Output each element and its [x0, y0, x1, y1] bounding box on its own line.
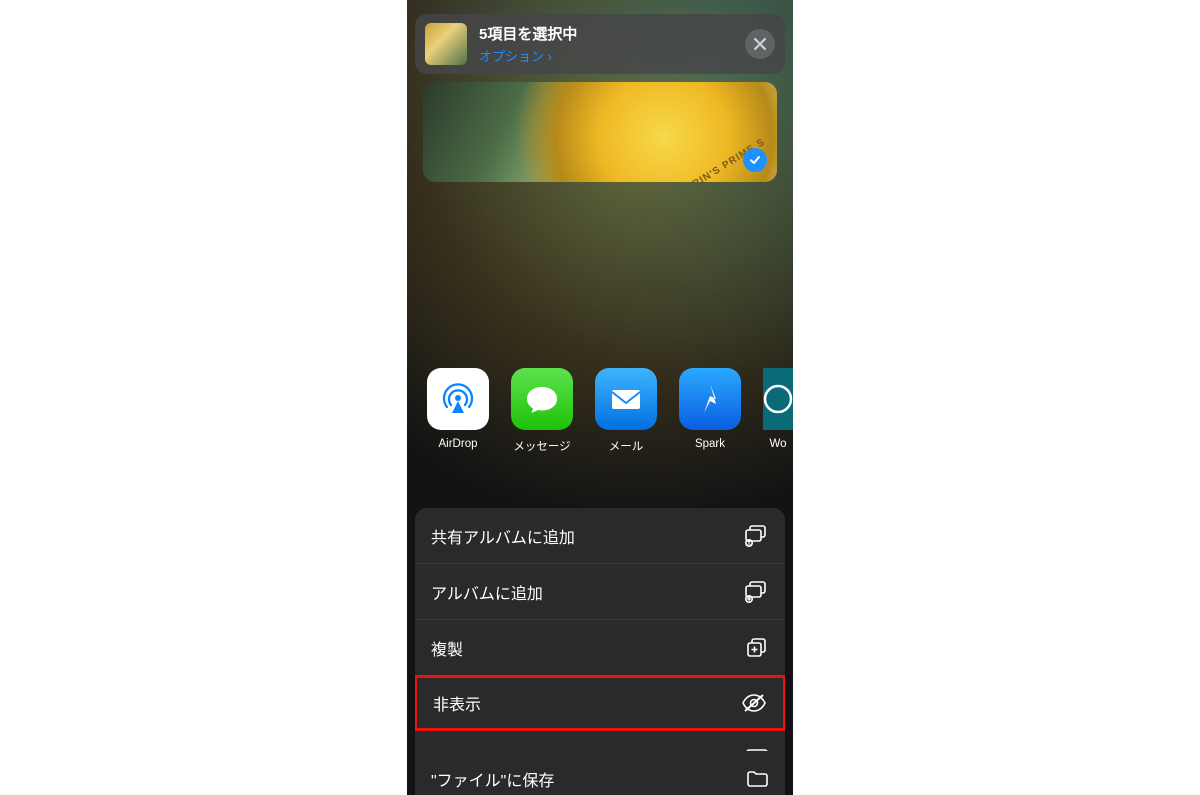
mail-icon: [595, 368, 657, 430]
app-partial[interactable]: Wo: [763, 368, 793, 478]
app-label: メッセージ: [513, 438, 570, 454]
action-label: 非表示: [433, 691, 481, 715]
selection-check-badge: [743, 148, 767, 172]
app-partial-icon: [763, 368, 793, 430]
app-mail[interactable]: メール: [595, 368, 657, 478]
app-label: AirDrop: [439, 438, 478, 450]
action-duplicate[interactable]: 複製: [415, 620, 785, 676]
action-label: 共有アルバムに追加: [431, 524, 575, 548]
actions-list-2: "ファイル"に保存: [415, 751, 785, 795]
selection-header: 5項目を選択中 オプション ›: [415, 14, 785, 74]
action-save-to-files[interactable]: "ファイル"に保存: [415, 751, 785, 795]
selection-count-label: 5項目を選択中: [479, 23, 733, 44]
app-label: メール: [609, 438, 644, 454]
messages-icon: [511, 368, 573, 430]
add-album-icon: [743, 580, 769, 604]
airdrop-icon: [427, 368, 489, 430]
action-label: "ファイル"に保存: [431, 767, 554, 791]
selection-thumbnail: [425, 23, 467, 65]
close-icon: [753, 37, 767, 51]
chevron-right-icon: ›: [548, 49, 552, 64]
share-sheet-screen: 5項目を選択中 オプション › KIRIN'S PRIME S: [407, 0, 793, 795]
share-apps-row[interactable]: AirDrop メッセージ メール Spark Wo: [407, 368, 793, 478]
app-airdrop[interactable]: AirDrop: [427, 368, 489, 478]
action-label: 複製: [431, 636, 463, 660]
app-label: Spark: [695, 438, 725, 450]
action-add-album[interactable]: アルバムに追加: [415, 564, 785, 620]
app-spark[interactable]: Spark: [679, 368, 741, 478]
folder-icon: [745, 769, 769, 789]
add-shared-album-icon: [743, 524, 769, 548]
action-hide[interactable]: 非表示: [415, 675, 785, 731]
selected-photo-preview[interactable]: KIRIN'S PRIME S: [423, 82, 777, 182]
hide-icon: [741, 693, 767, 713]
app-label: Wo: [763, 438, 793, 450]
actions-list: 共有アルバムに追加 アルバムに追加 複製 非表示 スライドショー: [415, 508, 785, 786]
duplicate-icon: [745, 636, 769, 660]
header-text: 5項目を選択中 オプション ›: [479, 23, 733, 65]
checkmark-icon: [748, 153, 762, 167]
options-link[interactable]: オプション ›: [479, 46, 733, 65]
close-button[interactable]: [745, 29, 775, 59]
action-label: アルバムに追加: [431, 580, 543, 604]
app-messages[interactable]: メッセージ: [511, 368, 573, 478]
spark-icon: [679, 368, 741, 430]
action-add-shared-album[interactable]: 共有アルバムに追加: [415, 508, 785, 564]
